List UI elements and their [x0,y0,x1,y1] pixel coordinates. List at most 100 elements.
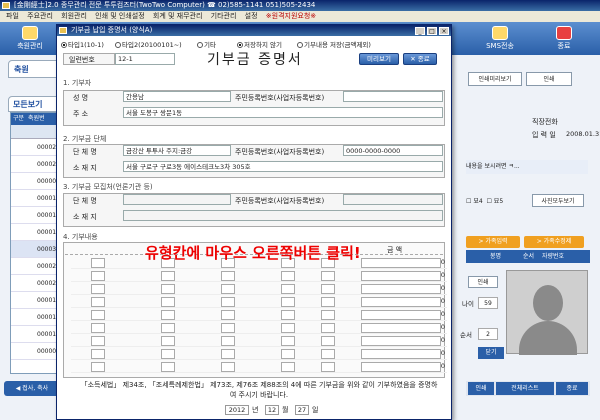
address-field[interactable]: 서울 도봉구 쌍문1동 [123,107,443,118]
org-name-field[interactable]: 금강산 투투사 주지:금강 [123,145,231,156]
option-type1[interactable]: 타입1(10-1) [61,39,104,49]
notice-text: 내용을 보시려면 ㅋ... [466,160,588,174]
order-value: 2 [478,328,498,340]
maximize-icon[interactable]: □ [427,27,437,35]
send-button[interactable]: ◀ 접사, 축사 [4,381,60,396]
table-row[interactable]: 0 [71,322,447,334]
certificate-title: 기부금 증명서 [207,52,303,68]
minimize-icon[interactable]: _ [415,27,425,35]
age-value: 59 [478,297,498,309]
work-phone-label: 직장전화 [532,118,558,126]
collector-address-field[interactable] [123,210,443,221]
list-item[interactable]: 000010 [11,207,60,224]
table-row[interactable]: 0 [71,309,447,321]
toolbar-prayer-button[interactable]: 축원관리 [2,24,58,53]
list-item[interactable]: 000015 [11,326,60,343]
name-field[interactable]: 간용남 [123,91,231,102]
family-edit-button[interactable]: > 가족수정제 [524,236,584,248]
list-subheader [11,125,57,139]
month-label: 월 [282,406,289,414]
person-silhouette-icon [533,285,563,321]
list-item[interactable]: 000025 [11,258,60,275]
menu-main[interactable]: 주요관리 [27,12,53,20]
section-collector: 3. 기부금 모집처(언론기관 등) [63,183,153,191]
column-header: 순서 [522,253,535,260]
bottom-exit-button[interactable]: 종료 [556,382,588,395]
list-item[interactable]: 000015 [11,224,60,241]
option-label: 타입2(20100101~) [122,41,182,49]
resident-field[interactable] [343,91,443,102]
collector-name-field[interactable] [123,194,231,205]
amount-cell: 0 [440,362,445,370]
tab-prayer[interactable]: 축원 [8,60,60,78]
month-field[interactable]: 12 [265,405,279,415]
amount-cell: 0 [440,323,445,331]
entry-date-label: 입 력 일 [532,131,556,139]
option-label: 저장하지 않기 [244,41,282,49]
column-header: 축원번 [28,115,45,122]
list-item[interactable]: 000008 [11,173,60,190]
toolbar-exit-button[interactable]: 종료 [536,24,592,53]
table-row[interactable]: 0 [71,361,447,373]
list-item[interactable]: 000037 [11,241,60,258]
view-all-photos-button[interactable]: 사진모두보기 [532,194,584,207]
tab-view-all[interactable]: 모든보기 [8,96,62,112]
org-address-field[interactable]: 서울 구로구 구로3동 에이스테크노3차 305호 [123,161,443,172]
table-row[interactable]: 0 [71,270,447,282]
checkbox[interactable]: ☐ [466,198,471,205]
table-row[interactable]: 0 [71,348,447,360]
checkbox[interactable]: ☐ [486,198,491,205]
section-donation-content: 4. 기부내용 [63,233,98,241]
option-label: 기타 [204,41,216,49]
year-field[interactable]: 2012 [225,405,249,415]
serial-field[interactable]: 12-1 [115,53,175,65]
menu-file[interactable]: 파일 [6,12,19,20]
family-add-button[interactable]: > 가족입력 [466,236,520,248]
radio-icon [197,42,203,48]
close-small-button[interactable]: 닫기 [478,347,504,359]
table-row[interactable]: 0 [71,335,447,347]
option-checkboxes: ☐ 묘4 ☐ 묘5 [466,196,503,205]
option-other[interactable]: 기타 [197,39,216,49]
toolbar-sms-button[interactable]: SMS전송 [472,24,528,53]
entry-date-value: 2008.01.31 [566,130,600,138]
menu-finance[interactable]: 회계 및 재무관리 [153,12,203,20]
close-icon[interactable]: × [439,27,449,35]
option-label: 기부내용 저장(금액제외) [304,41,371,49]
table-row[interactable]: 0 [71,283,447,295]
app-title-bar: [金剛經士]2.0 종무관리 전문 투투컴즈터(TwoTwo Computer)… [0,0,600,11]
bottom-print-button[interactable]: 인쇄 [468,382,494,395]
table-row[interactable]: 0 [71,296,447,308]
day-field[interactable]: 27 [295,405,309,415]
menu-members[interactable]: 회원관리 [61,12,87,20]
option-save-content[interactable]: 기부내용 저장(금액제외) [297,39,371,49]
dialog-body: 타입1(10-1) 타입2(20100101~) 기타 저장하지 않기 기부내용… [57,36,451,419]
org-address-label: 소 재 지 [73,164,97,172]
section-organization: 2. 기부금 단체 [63,135,107,143]
collector-resident-field[interactable] [343,194,443,205]
list-item[interactable]: 000025 [11,275,60,292]
order-label: 순서 [460,331,472,339]
menu-other[interactable]: 기타관리 [211,12,237,20]
org-resident-field[interactable]: 0000-0000-0000 [343,145,443,156]
print-button[interactable]: 인쇄 [526,72,572,86]
day-label: 일 [312,406,319,414]
option-no-save[interactable]: 저장하지 않기 [237,39,282,49]
collector-address-label: 소 재 지 [73,213,97,221]
list-item[interactable]: 000025 [11,156,60,173]
option-type2[interactable]: 타입2(20100101~) [115,39,182,49]
list-item[interactable]: 000015 [11,292,60,309]
menu-settings[interactable]: 설정 [245,12,258,20]
close-button[interactable]: ✕ 종료 [403,53,437,65]
list-item[interactable]: 000025 [11,139,60,156]
list-item[interactable]: 000015 [11,190,60,207]
print-preview-button[interactable]: 인쇄미리보기 [468,72,522,86]
preview-button[interactable]: 미리보기 [359,53,399,65]
menu-print[interactable]: 인쇄 및 인쇄설정 [95,12,145,20]
full-list-button[interactable]: 전체리스트 [496,382,554,395]
list-item[interactable]: 000001 [11,343,60,360]
menu-remote[interactable]: ※원격지원요청※ [266,12,316,20]
list-item[interactable]: 000015 [11,309,60,326]
serial-label: 일련번호 [69,56,95,64]
photo-print-button[interactable]: 인쇄 [468,276,498,288]
